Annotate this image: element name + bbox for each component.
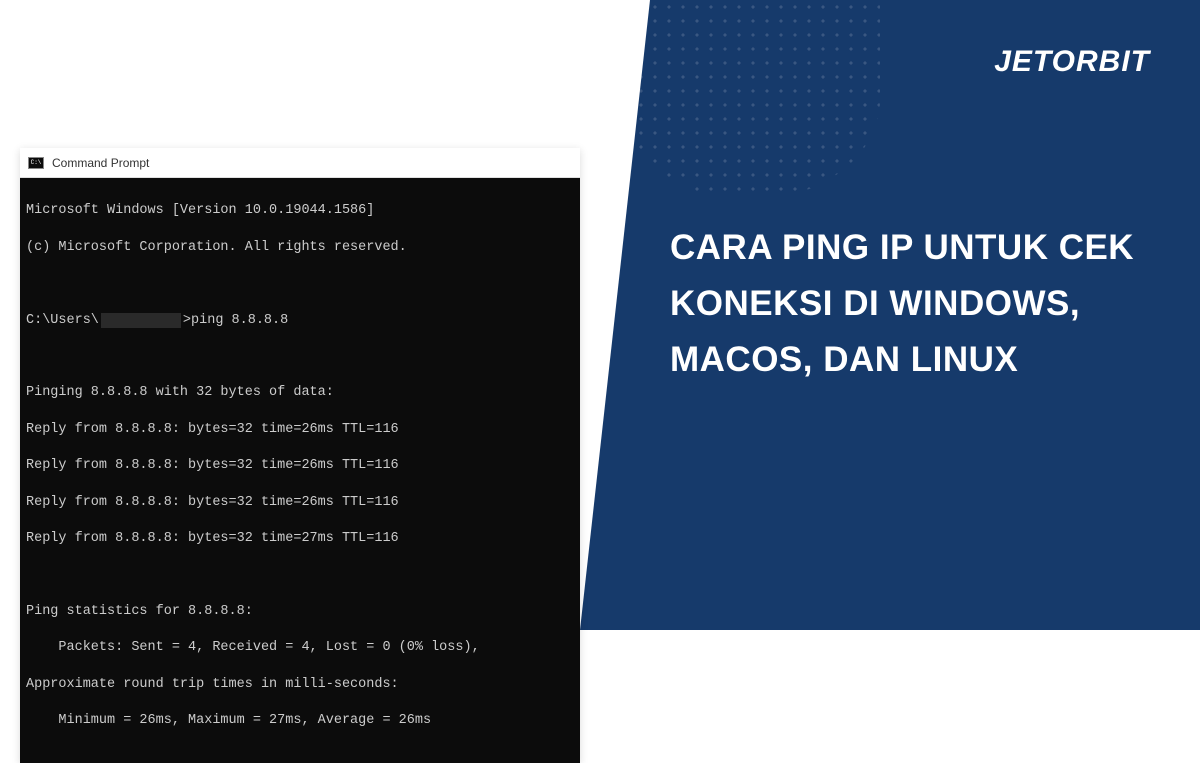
window-titlebar: Command Prompt — [20, 148, 580, 178]
terminal-line — [26, 275, 574, 293]
terminal-line: Microsoft Windows [Version 10.0.19044.15… — [26, 202, 574, 220]
terminal-prompt-line: C:\Users\ >ping 8.8.8.8 — [26, 312, 574, 330]
brand-panel: JETORBIT CARA PING IP UNTUK CEK KONEKSI … — [580, 0, 1200, 630]
terminal-line: (c) Microsoft Corporation. All rights re… — [26, 239, 574, 257]
cmd-icon — [28, 157, 44, 169]
brand-logo: JETORBIT — [994, 45, 1150, 79]
prompt-path: C:\Users\ — [26, 312, 99, 330]
prompt-command: >ping 8.8.8.8 — [183, 312, 288, 330]
window-title: Command Prompt — [52, 156, 149, 170]
decorative-dots — [620, 0, 880, 200]
terminal-line: Approximate round trip times in milli-se… — [26, 676, 574, 694]
terminal-line — [26, 567, 574, 585]
terminal-line: Reply from 8.8.8.8: bytes=32 time=26ms T… — [26, 421, 574, 439]
terminal-line: Minimum = 26ms, Maximum = 27ms, Average … — [26, 712, 574, 730]
terminal-line: Pinging 8.8.8.8 with 32 bytes of data: — [26, 384, 574, 402]
terminal-line: Reply from 8.8.8.8: bytes=32 time=26ms T… — [26, 457, 574, 475]
terminal-line: Reply from 8.8.8.8: bytes=32 time=26ms T… — [26, 494, 574, 512]
terminal-line — [26, 348, 574, 366]
terminal-line: Reply from 8.8.8.8: bytes=32 time=27ms T… — [26, 530, 574, 548]
command-prompt-window: Command Prompt Microsoft Windows [Versio… — [20, 148, 580, 763]
redacted-username — [101, 313, 181, 328]
article-headline: CARA PING IP UNTUK CEK KONEKSI DI WINDOW… — [670, 220, 1150, 388]
terminal-line: Packets: Sent = 4, Received = 4, Lost = … — [26, 639, 574, 657]
terminal-output: Microsoft Windows [Version 10.0.19044.15… — [20, 178, 580, 763]
terminal-line: Ping statistics for 8.8.8.8: — [26, 603, 574, 621]
